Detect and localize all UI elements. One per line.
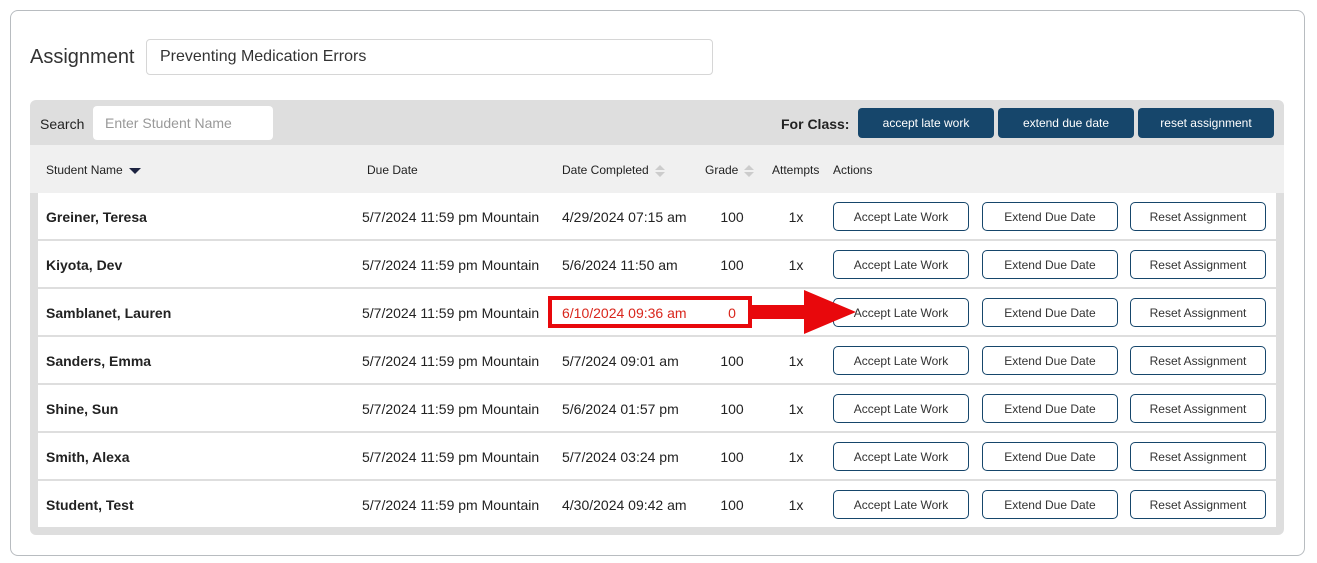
student-name: Samblanet, Lauren (46, 305, 172, 321)
due-date: 5/7/2024 11:59 pm Mountain (362, 257, 540, 273)
column-label: Student Name (46, 163, 123, 177)
column-grade[interactable]: Grade (705, 163, 755, 178)
date-completed: 5/7/2024 09:01 am (562, 353, 679, 369)
table-row: Sanders, Emma 5/7/2024 11:59 pm Mountain… (38, 337, 1276, 383)
reset-assignment-button[interactable]: Reset Assignment (1130, 250, 1266, 279)
extend-due-date-button[interactable]: Extend Due Date (982, 250, 1118, 279)
grade: 100 (720, 497, 744, 513)
column-student-name[interactable]: Student Name (46, 163, 141, 177)
table-header: Student Name Due Date Date Completed Gra… (30, 145, 1284, 193)
search-label: Search (40, 116, 85, 132)
extend-due-date-button[interactable]: Extend Due Date (982, 442, 1118, 471)
arrow-icon (752, 290, 856, 334)
grade: 100 (720, 449, 744, 465)
class-reset-assignment-button[interactable]: reset assignment (1138, 108, 1274, 138)
due-date: 5/7/2024 11:59 pm Mountain (362, 353, 540, 369)
student-name: Shine, Sun (46, 401, 119, 417)
column-actions: Actions (833, 163, 873, 177)
accept-late-work-button[interactable]: Accept Late Work (833, 490, 969, 519)
student-name: Sanders, Emma (46, 353, 152, 369)
grade: 100 (720, 209, 744, 225)
accept-late-work-button[interactable]: Accept Late Work (833, 442, 969, 471)
extend-due-date-button[interactable]: Extend Due Date (982, 346, 1118, 375)
attempts: 1x (788, 209, 804, 225)
date-completed: 4/30/2024 09:42 am (562, 497, 687, 513)
class-extend-due-date-button[interactable]: extend due date (998, 108, 1134, 138)
reset-assignment-button[interactable]: Reset Assignment (1130, 394, 1266, 423)
assignment-label: Assignment (30, 46, 135, 68)
column-label: Date Completed (562, 163, 649, 177)
extend-due-date-button[interactable]: Extend Due Date (982, 490, 1118, 519)
due-date: 5/7/2024 11:59 pm Mountain (362, 449, 540, 465)
table-row: Greiner, Teresa 5/7/2024 11:59 pm Mounta… (38, 193, 1276, 239)
column-due-date: Due Date (367, 163, 418, 177)
accept-late-work-button[interactable]: Accept Late Work (833, 394, 969, 423)
highlight-box (548, 296, 752, 328)
attempts: 1x (788, 449, 804, 465)
reset-assignment-button[interactable]: Reset Assignment (1130, 202, 1266, 231)
reset-assignment-button[interactable]: Reset Assignment (1130, 490, 1266, 519)
date-completed: 4/29/2024 07:15 am (562, 209, 687, 225)
reset-assignment-button[interactable]: Reset Assignment (1130, 298, 1266, 327)
column-date-completed[interactable]: Date Completed (562, 163, 665, 178)
table-row: Kiyota, Dev 5/7/2024 11:59 pm Mountain 5… (38, 241, 1276, 287)
class-accept-late-work-button[interactable]: accept late work (858, 108, 994, 138)
student-name: Greiner, Teresa (46, 209, 147, 225)
reset-assignment-button[interactable]: Reset Assignment (1130, 346, 1266, 375)
grade: 100 (720, 401, 744, 417)
extend-due-date-button[interactable]: Extend Due Date (982, 298, 1118, 327)
date-completed: 5/6/2024 01:57 pm (562, 401, 679, 417)
search-input[interactable] (93, 106, 273, 140)
attempts: 1x (788, 401, 804, 417)
due-date: 5/7/2024 11:59 pm Mountain (362, 209, 540, 225)
grade: 100 (720, 257, 744, 273)
date-completed: 5/6/2024 11:50 am (562, 257, 678, 273)
due-date: 5/7/2024 11:59 pm Mountain (362, 401, 540, 417)
table-row: Smith, Alexa 5/7/2024 11:59 pm Mountain … (38, 433, 1276, 479)
reset-assignment-button[interactable]: Reset Assignment (1130, 442, 1266, 471)
attempts: 1x (788, 353, 804, 369)
accept-late-work-button[interactable]: Accept Late Work (833, 346, 969, 375)
due-date: 5/7/2024 11:59 pm Mountain (362, 305, 540, 321)
sort-icon (744, 164, 755, 177)
attempts: 1x (788, 497, 804, 513)
accept-late-work-button[interactable]: Accept Late Work (833, 202, 969, 231)
due-date: 5/7/2024 11:59 pm Mountain (362, 497, 540, 513)
sort-icon (654, 164, 665, 177)
extend-due-date-button[interactable]: Extend Due Date (982, 202, 1118, 231)
column-label: Grade (705, 163, 739, 177)
date-completed: 5/7/2024 03:24 pm (562, 449, 679, 465)
accept-late-work-button[interactable]: Accept Late Work (833, 250, 969, 279)
grade: 100 (720, 353, 744, 369)
table-row: Student, Test 5/7/2024 11:59 pm Mountain… (38, 481, 1276, 527)
student-name: Kiyota, Dev (46, 257, 123, 273)
table-row: Shine, Sun 5/7/2024 11:59 pm Mountain 5/… (38, 385, 1276, 431)
attempts: 1x (788, 257, 804, 273)
sort-desc-icon (128, 167, 141, 174)
student-name: Smith, Alexa (46, 449, 130, 465)
column-attempts: Attempts (772, 163, 820, 177)
student-name: Student, Test (46, 497, 134, 513)
assignment-field[interactable]: Preventing Medication Errors (146, 39, 713, 75)
for-class-label: For Class: (781, 116, 850, 132)
extend-due-date-button[interactable]: Extend Due Date (982, 394, 1118, 423)
